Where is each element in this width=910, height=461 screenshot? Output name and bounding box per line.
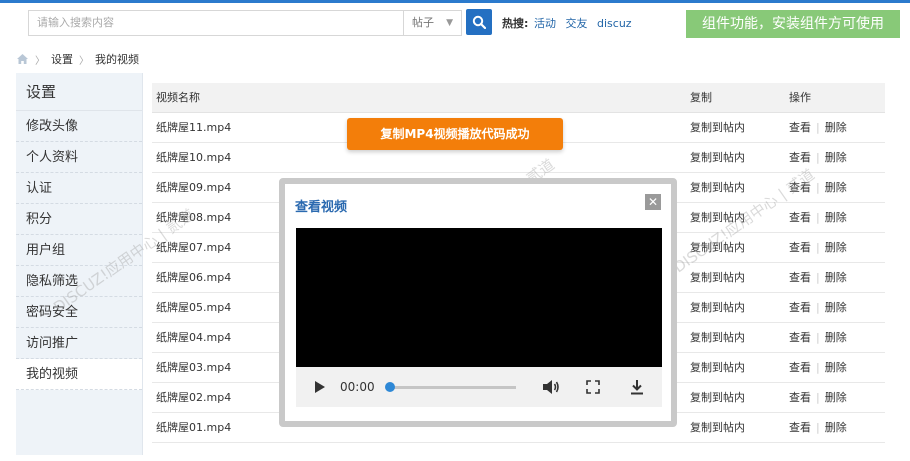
close-button[interactable]: ✕	[645, 194, 661, 210]
chevron-down-icon: ▼	[446, 18, 453, 28]
video-name: 纸牌屋04.mp4	[156, 331, 232, 344]
search-input[interactable]: 请输入搜索内容	[28, 10, 404, 36]
divider: |	[816, 211, 820, 224]
divider: |	[816, 331, 820, 344]
top-accent-line	[0, 0, 910, 3]
sidebar-item-avatar[interactable]: 修改头像	[16, 111, 142, 142]
sidebar-item-credits[interactable]: 积分	[16, 204, 142, 235]
view-link[interactable]: 查看	[789, 361, 811, 374]
delete-link[interactable]: 删除	[825, 121, 847, 134]
divider: |	[816, 151, 820, 164]
search-button[interactable]	[466, 9, 492, 35]
progress-handle[interactable]	[385, 382, 395, 392]
table-header: 视频名称 复制 操作	[152, 83, 885, 113]
view-link[interactable]: 查看	[789, 121, 811, 134]
copy-to-post-link[interactable]: 复制到帖内	[690, 293, 745, 323]
view-link[interactable]: 查看	[789, 241, 811, 254]
breadcrumb-separator: 〉	[79, 55, 89, 67]
video-name: 纸牌屋06.mp4	[156, 271, 232, 284]
divider: |	[816, 271, 820, 284]
header-ops: 操作	[789, 91, 811, 104]
view-link[interactable]: 查看	[789, 331, 811, 344]
home-icon[interactable]	[16, 53, 29, 65]
video-name: 纸牌屋09.mp4	[156, 181, 232, 194]
volume-icon	[543, 380, 559, 394]
divider: |	[816, 301, 820, 314]
video-name: 纸牌屋02.mp4	[156, 391, 232, 404]
close-icon: ✕	[647, 195, 659, 209]
video-name: 纸牌屋10.mp4	[156, 151, 232, 164]
delete-link[interactable]: 删除	[825, 241, 847, 254]
delete-link[interactable]: 删除	[825, 301, 847, 314]
hot-search-label: 热搜:	[502, 17, 529, 30]
search-type-select[interactable]: 帖子 ▼	[404, 10, 462, 36]
download-button[interactable]	[630, 367, 644, 407]
delete-link[interactable]: 删除	[825, 421, 847, 434]
header-video-name: 视频名称	[156, 91, 200, 104]
video-controls: 00:00	[296, 367, 662, 407]
sidebar-title: 设置	[16, 73, 142, 111]
delete-link[interactable]: 删除	[825, 361, 847, 374]
hot-link[interactable]: 交友	[566, 17, 588, 30]
delete-link[interactable]: 删除	[825, 181, 847, 194]
video-name: 纸牌屋11.mp4	[156, 121, 232, 134]
progress-bar[interactable]	[385, 382, 516, 392]
copy-to-post-link[interactable]: 复制到帖内	[690, 113, 745, 143]
copy-to-post-link[interactable]: 复制到帖内	[690, 143, 745, 173]
copy-to-post-link[interactable]: 复制到帖内	[690, 263, 745, 293]
play-icon	[315, 381, 325, 393]
delete-link[interactable]: 删除	[825, 271, 847, 284]
copy-to-post-link[interactable]: 复制到帖内	[690, 353, 745, 383]
delete-link[interactable]: 删除	[825, 331, 847, 344]
copy-to-post-link[interactable]: 复制到帖内	[690, 383, 745, 413]
dialog-title: 查看视频	[295, 200, 348, 215]
sidebar-item-verify[interactable]: 认证	[16, 173, 142, 204]
view-link[interactable]: 查看	[789, 391, 811, 404]
divider: |	[816, 181, 820, 194]
copy-to-post-link[interactable]: 复制到帖内	[690, 413, 745, 443]
hot-search-links: 活动 交友 discuz	[534, 15, 638, 31]
component-notice-banner: 组件功能，安装组件方可使用	[686, 10, 900, 38]
header-copy: 复制	[690, 91, 712, 104]
fullscreen-icon	[586, 380, 600, 394]
hot-link[interactable]: discuz	[597, 17, 632, 30]
view-link[interactable]: 查看	[789, 151, 811, 164]
view-link[interactable]: 查看	[789, 301, 811, 314]
video-name: 纸牌屋05.mp4	[156, 301, 232, 314]
sidebar-item-profile[interactable]: 个人资料	[16, 142, 142, 173]
view-video-dialog: 查看视频 ✕ 00:00	[279, 178, 677, 427]
hot-link[interactable]: 活动	[534, 17, 556, 30]
search-icon	[472, 15, 486, 29]
delete-link[interactable]: 删除	[825, 391, 847, 404]
view-link[interactable]: 查看	[789, 271, 811, 284]
breadcrumb-separator: 〉	[35, 55, 45, 67]
breadcrumb-item: 我的视频	[95, 53, 139, 66]
download-icon	[631, 380, 643, 395]
breadcrumb: 〉 设置 〉 我的视频	[16, 51, 139, 67]
video-screen[interactable]	[296, 228, 662, 367]
play-button[interactable]	[314, 367, 326, 407]
video-name: 纸牌屋01.mp4	[156, 421, 232, 434]
copy-success-toast: 复制MP4视频播放代码成功	[347, 118, 563, 150]
current-time: 00:00	[340, 380, 375, 394]
divider: |	[816, 361, 820, 374]
fullscreen-button[interactable]	[586, 367, 600, 407]
divider: |	[816, 121, 820, 134]
view-link[interactable]: 查看	[789, 421, 811, 434]
delete-link[interactable]: 删除	[825, 151, 847, 164]
volume-button[interactable]	[542, 367, 560, 407]
divider: |	[816, 391, 820, 404]
search-type-label: 帖子	[412, 16, 434, 29]
divider: |	[816, 241, 820, 254]
delete-link[interactable]: 删除	[825, 211, 847, 224]
view-link[interactable]: 查看	[789, 211, 811, 224]
sidebar-item-my-videos[interactable]: 我的视频	[16, 359, 142, 390]
copy-to-post-link[interactable]: 复制到帖内	[690, 173, 745, 203]
copy-to-post-link[interactable]: 复制到帖内	[690, 323, 745, 353]
breadcrumb-item[interactable]: 设置	[51, 51, 73, 67]
sidebar-item-promotion[interactable]: 访问推广	[16, 328, 142, 359]
divider: |	[816, 421, 820, 434]
video-name: 纸牌屋03.mp4	[156, 361, 232, 374]
